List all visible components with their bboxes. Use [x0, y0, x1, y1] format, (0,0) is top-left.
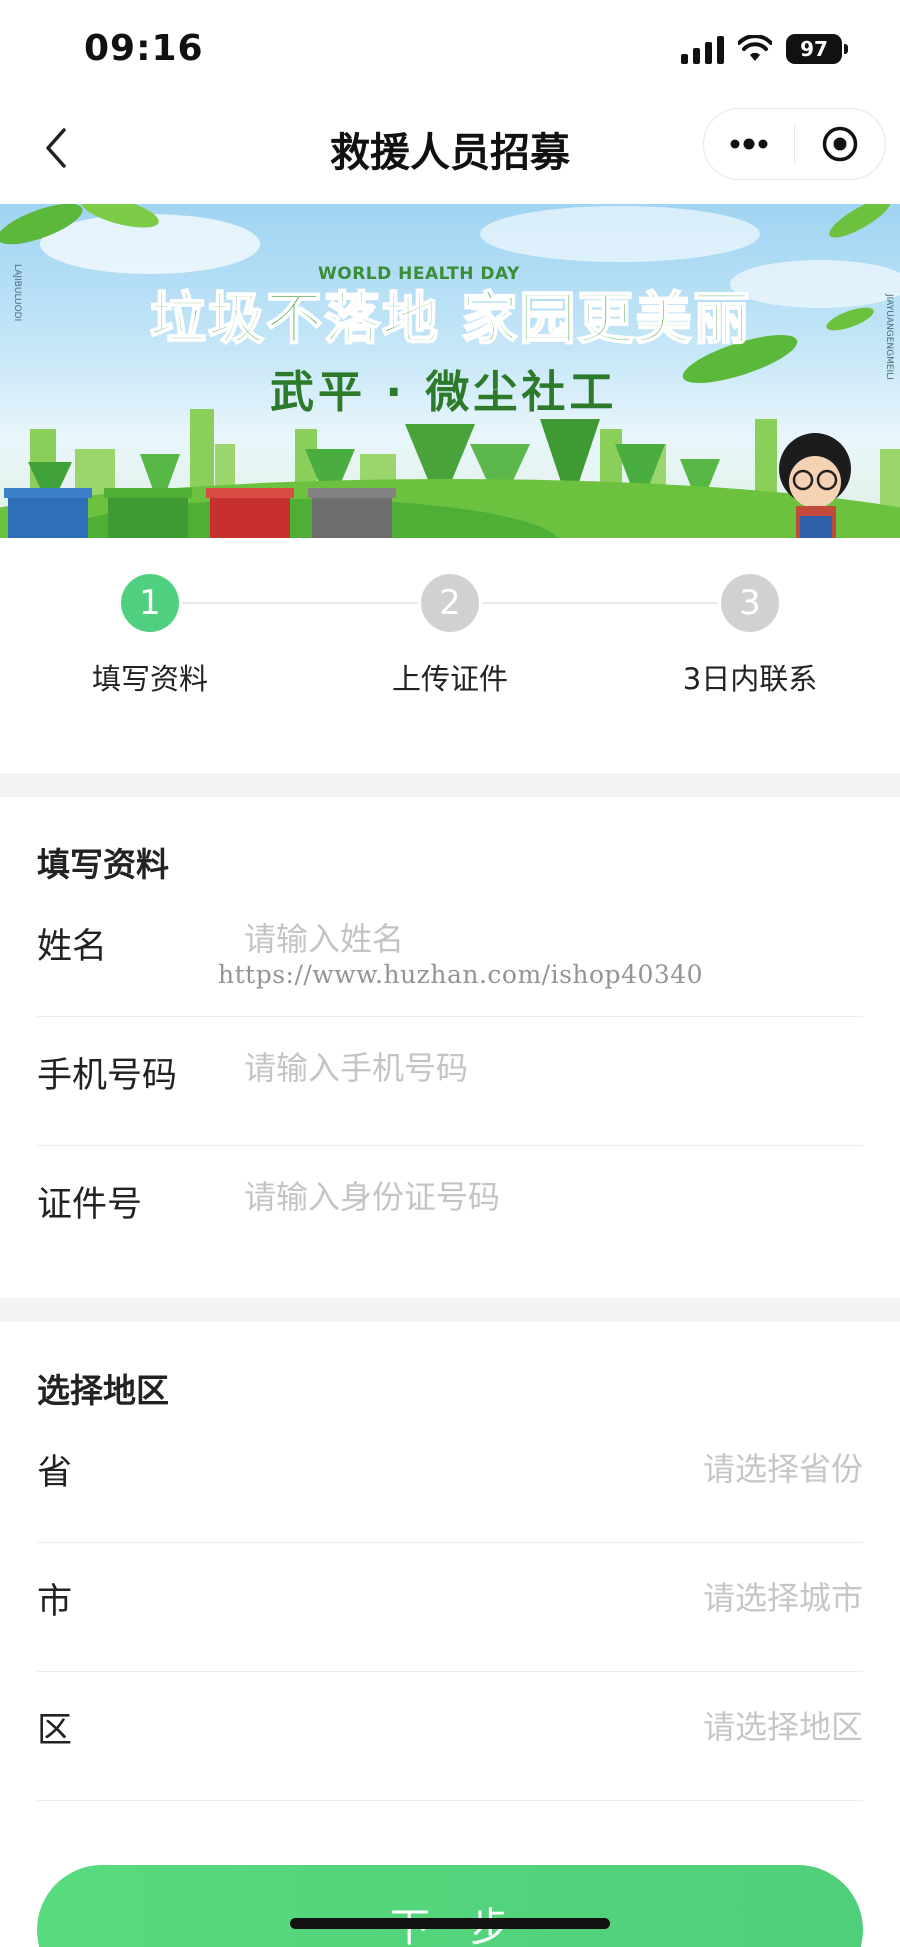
- mini-program-capsule: [703, 108, 886, 180]
- step-1: 1 填写资料: [50, 574, 250, 698]
- page: 09:16 97 救援人员招募 LAJIBULUODI WORLD HEALTH…: [0, 0, 900, 1947]
- step-label: 填写资料: [91, 662, 208, 696]
- info-section-title: 填写资料: [37, 845, 169, 884]
- step-number: 2: [421, 574, 479, 632]
- watermark-text: https://www.huzhan.com/ishop40340: [218, 960, 704, 989]
- district-label: 区: [37, 1711, 73, 1751]
- phone-input[interactable]: [244, 1041, 844, 1095]
- banner-side-text-left: LAJIBULUODI: [12, 264, 22, 322]
- banner-side-text-right: JIAYUANGENGMEILI: [884, 294, 894, 380]
- district-row[interactable]: 区 请选择地区: [37, 1672, 863, 1801]
- region-section-title: 选择地区: [37, 1371, 169, 1410]
- status-bar: 09:16 97: [0, 0, 900, 100]
- step-label: 3日内联系: [682, 662, 818, 696]
- city-picker[interactable]: 请选择城市: [703, 1573, 863, 1619]
- wifi-icon: [738, 35, 772, 61]
- banner-title: 垃圾不落地 家园更美丽: [149, 286, 752, 353]
- banner-image: LAJIBULUODI WORLD HEALTH DAY 垃圾不落地 家园更美丽…: [0, 204, 900, 538]
- battery-icon: 97: [786, 34, 848, 64]
- province-picker[interactable]: 请选择省份: [703, 1444, 863, 1490]
- id-number-row: 证件号: [37, 1146, 863, 1275]
- phone-row: 手机号码: [37, 1017, 863, 1146]
- step-3: 3 3日内联系: [650, 574, 850, 698]
- banner-subtitle: 武平 · 微尘社工: [270, 367, 618, 418]
- more-dots-icon: [730, 138, 768, 150]
- province-label: 省: [37, 1453, 73, 1493]
- step-label: 上传证件: [391, 662, 508, 696]
- nav-bar: 救援人员招募: [0, 100, 900, 204]
- home-indicator: [290, 1918, 610, 1929]
- step-number: 3: [721, 574, 779, 632]
- signal-icon: [681, 34, 724, 64]
- id-number-label: 证件号: [37, 1185, 143, 1225]
- name-label: 姓名: [37, 927, 108, 967]
- status-icons: 97: [681, 34, 848, 64]
- city-row[interactable]: 市 请选择城市: [37, 1543, 863, 1672]
- status-time: 09:16: [84, 28, 204, 69]
- step-2: 2 上传证件: [350, 574, 550, 698]
- city-label: 市: [37, 1582, 73, 1622]
- province-row[interactable]: 省 请选择省份: [37, 1414, 863, 1543]
- name-row: 姓名: [37, 888, 863, 1017]
- next-step-button[interactable]: 下一步: [37, 1865, 863, 1947]
- progress-steps: 1 填写资料 2 上传证件 3 3日内联系: [0, 538, 900, 773]
- target-circle-icon: [822, 126, 858, 162]
- close-miniprogram-button[interactable]: [795, 108, 885, 180]
- section-divider: [0, 1298, 900, 1322]
- district-picker[interactable]: 请选择地区: [703, 1702, 863, 1748]
- step-number: 1: [121, 574, 179, 632]
- phone-label: 手机号码: [37, 1056, 178, 1096]
- name-input[interactable]: [244, 912, 844, 966]
- id-number-input[interactable]: [244, 1170, 844, 1224]
- section-divider: [0, 773, 900, 797]
- more-button[interactable]: [704, 108, 794, 180]
